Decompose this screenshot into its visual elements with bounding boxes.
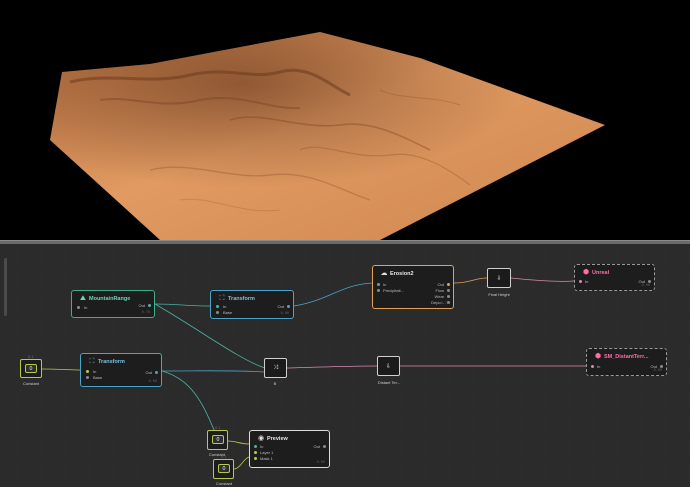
in-port[interactable]	[377, 283, 380, 286]
node-meta: 0.00	[148, 380, 157, 384]
flow-port[interactable]	[447, 289, 450, 292]
out-port[interactable]	[148, 304, 151, 307]
output-arrow-icon: ⇩	[385, 362, 392, 370]
in-label: In	[585, 279, 589, 284]
node-constant[interactable]: 0.1 0	[207, 426, 228, 450]
out-label: Out	[145, 370, 152, 375]
in-port[interactable]	[579, 280, 582, 283]
in-label: In	[84, 305, 88, 310]
layer1-port[interactable]	[254, 451, 257, 454]
combine-caption: B	[273, 381, 277, 386]
base-label: Base	[223, 310, 233, 315]
node-title: Transform	[228, 296, 255, 302]
out-port[interactable]	[155, 371, 158, 374]
constant-caption: Constant	[215, 481, 233, 486]
out-port[interactable]	[447, 283, 450, 286]
transform-icon: ⛶	[219, 294, 225, 302]
node-title: Unreal	[592, 270, 610, 276]
out-port[interactable]	[648, 280, 651, 283]
distant-terrain-caption: Distant Ter...	[377, 380, 401, 385]
node-meta: 0.00	[280, 312, 289, 316]
layer1-label: Layer 1	[260, 450, 274, 455]
base-label: Base	[93, 375, 103, 380]
precipitation-port[interactable]	[377, 289, 380, 292]
output-arrow-icon: ⇩	[496, 274, 502, 282]
node-title: Transform	[98, 359, 125, 365]
combine-icon: ⤨	[273, 364, 278, 371]
in-port[interactable]	[86, 370, 89, 373]
out-label: Out	[313, 444, 320, 449]
out-port[interactable]	[323, 445, 326, 448]
final-height-caption: Final Height	[488, 292, 510, 297]
in-port[interactable]	[254, 445, 257, 448]
in-label: In	[93, 369, 97, 374]
out-port[interactable]	[660, 365, 663, 368]
out-label: Out	[138, 303, 145, 308]
node-meta: 0.00	[653, 369, 662, 373]
constant-tag: 0.1	[221, 455, 227, 459]
in-port[interactable]	[216, 305, 219, 308]
cloud-icon: ☁	[380, 269, 388, 277]
wear-label: Wear	[434, 294, 444, 299]
node-constant[interactable]: 0.1 0	[213, 455, 234, 479]
in-label: In	[223, 304, 227, 309]
node-meta: 0.00	[316, 461, 325, 465]
wear-port[interactable]	[447, 295, 450, 298]
precipitation-label: Precipitati...	[383, 288, 404, 293]
node-transform-mid[interactable]: ⛶ Transform In Base Out 0.00	[80, 353, 162, 387]
transform-icon: ⛶	[89, 357, 95, 365]
node-final-height[interactable]: ⇩	[487, 268, 511, 288]
out-port[interactable]	[287, 305, 290, 308]
mask1-label: Mask 1	[260, 456, 273, 461]
mask1-port[interactable]	[254, 457, 257, 460]
constant-tag: 0.1	[28, 355, 34, 359]
mountain-icon: ⛰	[80, 294, 86, 302]
in-label: In	[383, 282, 387, 287]
node-meta: 0.00	[641, 284, 650, 288]
in-port[interactable]	[77, 306, 80, 309]
node-meta: 0.76	[141, 311, 150, 315]
constant-value[interactable]: 0	[218, 464, 230, 473]
node-distant-terrain[interactable]: ⇩	[377, 356, 400, 376]
out-label: Out	[277, 304, 284, 309]
node-title: MountainRange	[89, 296, 131, 302]
unreal-icon: ⬢	[582, 268, 590, 276]
node-meta: 0.75	[440, 302, 449, 306]
node-combine[interactable]: ⤨	[264, 358, 287, 378]
node-title: Preview	[267, 436, 288, 442]
base-port[interactable]	[216, 311, 219, 314]
node-unreal[interactable]: ⬢ Unreal In Out 0.00	[574, 264, 655, 291]
in-port[interactable]	[591, 365, 594, 368]
base-port[interactable]	[86, 376, 89, 379]
in-label: In	[260, 444, 264, 449]
node-title: Erosion2	[390, 271, 414, 277]
node-transform-top[interactable]: ⛶ Transform In Base Out 0.00	[210, 290, 294, 319]
flow-label: Flow	[435, 288, 444, 293]
node-preview[interactable]: ◉ Preview In Layer 1 Mask 1 Out 0.00	[249, 430, 330, 468]
constant-caption: Constant	[22, 381, 40, 386]
node-erosion2[interactable]: ☁ Erosion2 In Precipitati... Out Flow We…	[372, 265, 454, 309]
constant-value[interactable]: 0	[25, 364, 37, 373]
out-label: Out	[437, 282, 444, 287]
graph-wires	[41, 277, 586, 470]
constant-value[interactable]: 0	[212, 435, 224, 444]
node-mountain-range[interactable]: ⛰ MountainRange In Out 0.76	[71, 290, 155, 318]
eye-icon: ◉	[257, 434, 265, 442]
in-label: In	[597, 364, 601, 369]
constant-tag: 0.1	[215, 426, 221, 430]
node-title: SM_DistantTerr...	[604, 354, 649, 360]
node-constant[interactable]: 0.1 0	[20, 355, 42, 378]
unreal-icon: ⬢	[594, 352, 602, 360]
node-sm-distant-terrain[interactable]: ⬢ SM_DistantTerr... In Out 0.00	[586, 348, 667, 376]
